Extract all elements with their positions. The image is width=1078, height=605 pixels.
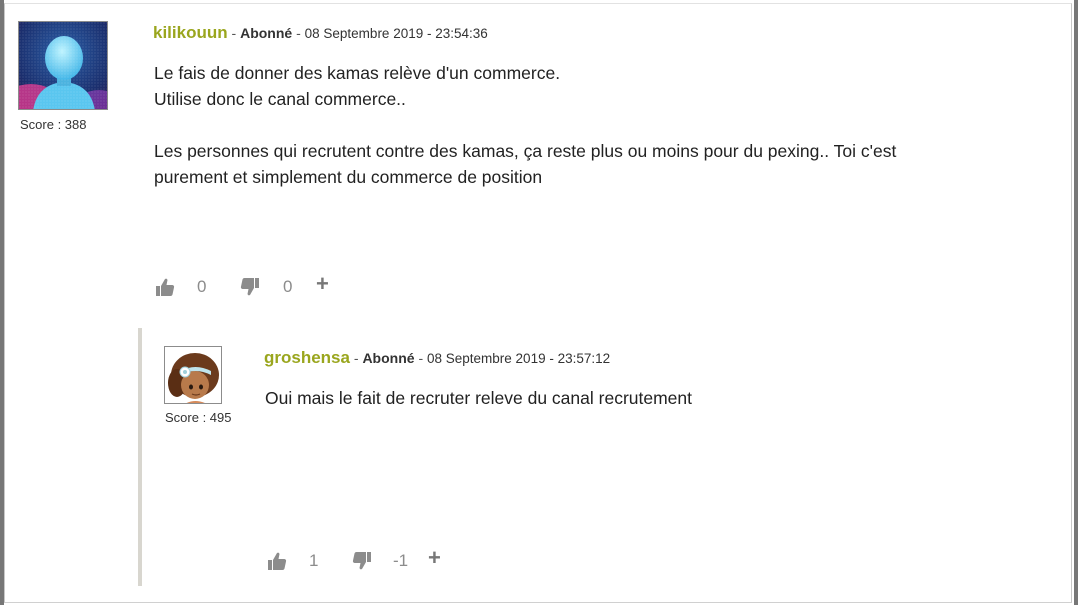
- username-link[interactable]: groshensa: [264, 348, 350, 367]
- comment-header: kilikouun - Abonné - 08 Septembre 2019 -…: [153, 23, 488, 43]
- avatar[interactable]: [18, 21, 108, 110]
- dislike-count: -1: [393, 551, 409, 570]
- comment-body: Oui mais le fait de recruter releve du c…: [265, 385, 1035, 411]
- reply-indent-bar: [138, 328, 142, 586]
- vote-bar: 0 0 +: [154, 272, 329, 298]
- role-badge: Abonné: [240, 25, 293, 41]
- comment-line: purement et simplement du commerce de po…: [154, 167, 543, 187]
- comment-line: Les personnes qui recrutent contre des k…: [154, 141, 897, 161]
- separator: -: [418, 350, 424, 366]
- comment-line: Le fais de donner des kamas relève d'un …: [154, 63, 561, 83]
- thumbs-up-icon[interactable]: [154, 276, 176, 298]
- thumbs-up-icon[interactable]: [266, 550, 288, 572]
- user-score: Score : 388: [20, 117, 87, 132]
- comment-line-blank: [154, 112, 1034, 138]
- thumbs-down-icon[interactable]: [351, 550, 373, 572]
- plus-icon[interactable]: +: [428, 546, 441, 569]
- role-badge: Abonné: [362, 350, 415, 366]
- username-link[interactable]: kilikouun: [153, 23, 228, 42]
- timestamp: 08 Septembre 2019 - 23:57:12: [427, 351, 611, 366]
- comment-line: Oui mais le fait de recruter releve du c…: [265, 388, 692, 408]
- separator: -: [296, 25, 301, 41]
- blue-silhouette-avatar: [19, 22, 107, 109]
- like-count: 0: [197, 277, 207, 296]
- separator: -: [353, 350, 359, 366]
- comment-body: Le fais de donner des kamas relève d'un …: [154, 60, 1034, 190]
- comment-line: Utilise donc le canal commerce..: [154, 89, 406, 109]
- like-count: 1: [309, 551, 319, 570]
- character-portrait-avatar: [165, 347, 221, 403]
- separator: -: [231, 25, 237, 41]
- dislike-count: 0: [283, 277, 293, 296]
- plus-icon[interactable]: +: [316, 272, 329, 295]
- vote-bar: 1 -1 +: [266, 546, 441, 572]
- window-edge-right: [1074, 0, 1078, 605]
- user-score: Score : 495: [165, 410, 232, 425]
- avatar[interactable]: [164, 346, 222, 404]
- timestamp: 08 Septembre 2019 - 23:54:36: [304, 26, 488, 41]
- comment-header: groshensa - Abonné - 08 Septembre 2019 -…: [264, 348, 610, 368]
- thumbs-down-icon[interactable]: [239, 276, 261, 298]
